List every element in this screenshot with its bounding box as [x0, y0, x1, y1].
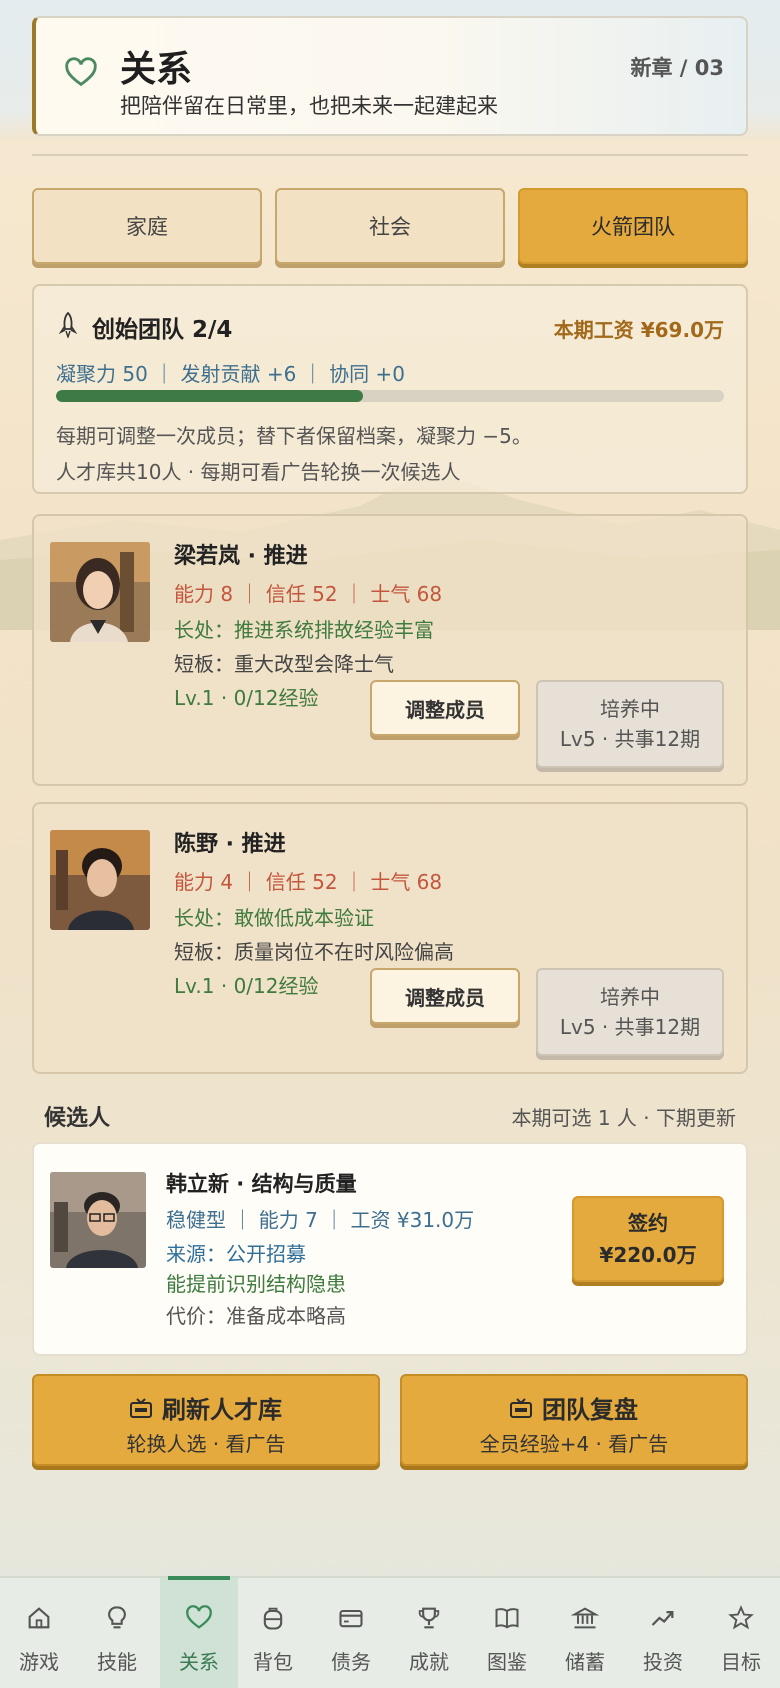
training-status-label: 培养中	[600, 697, 660, 721]
candidate-attributes: 稳健型 ｜ 能力 7 ｜ 工资 ¥31.0万	[166, 1208, 475, 1232]
nav-item-invest[interactable]: 投资	[624, 1578, 702, 1688]
candidate-name: 韩立新 · 结构与质量	[166, 1172, 357, 1196]
member-card: 梁若岚 · 推进 能力 8 ｜ 信任 52 ｜ 士气 68 长处：推进系统排故经…	[32, 514, 748, 786]
action-subtitle: 全员经验+4 · 看广告	[479, 1432, 669, 1456]
member-strength: 长处：敢做低成本验证	[174, 906, 374, 930]
heart-icon	[186, 1605, 212, 1629]
avatar	[50, 830, 150, 930]
nav-item-collection[interactable]: 图鉴	[468, 1578, 546, 1688]
member-attributes: 能力 8 ｜ 信任 52 ｜ 士气 68	[174, 582, 443, 606]
team-note-pool: 人才库共10人 · 每期可看广告轮换一次候选人	[56, 460, 461, 484]
nav-item-game[interactable]: 游戏	[0, 1578, 78, 1688]
nav-label: 关系	[179, 1650, 219, 1674]
training-status-button[interactable]: 培养中 Lv5 · 共事12期	[536, 680, 724, 768]
member-level: Lv.1 · 0/12经验	[174, 974, 319, 998]
heart-icon	[65, 57, 97, 87]
candidate-card: 韩立新 · 结构与质量 稳健型 ｜ 能力 7 ｜ 工资 ¥31.0万 来源：公开…	[32, 1142, 748, 1356]
tab-family[interactable]: 家庭	[32, 188, 262, 264]
bottom-nav: 游戏 技能 关系 背包 债务 成就 图鉴 储蓄 投资 目标	[0, 1576, 780, 1688]
cohesion-progress-fill	[56, 390, 364, 402]
member-strength: 长处：推进系统排故经验丰富	[174, 618, 434, 642]
trend-icon	[651, 1611, 674, 1626]
member-attributes: 能力 4 ｜ 信任 52 ｜ 士气 68	[174, 870, 443, 894]
tv-icon	[510, 1397, 532, 1418]
page-title: 关系	[120, 49, 193, 90]
adjust-member-button[interactable]: 调整成员	[370, 968, 520, 1024]
team-title: 创始团队 2/4	[92, 317, 233, 343]
sign-candidate-button[interactable]: 签约 ¥220.0万	[572, 1196, 724, 1282]
tab-rocket-team[interactable]: 火箭团队	[518, 188, 748, 264]
nav-item-relations[interactable]: 关系	[160, 1576, 238, 1688]
nav-label: 目标	[721, 1650, 761, 1674]
tv-icon	[130, 1397, 152, 1418]
nav-item-debt[interactable]: 债务	[312, 1578, 390, 1688]
bulb-icon	[108, 1606, 126, 1629]
bank-icon	[571, 1607, 599, 1629]
trophy-icon	[418, 1607, 440, 1629]
training-status-detail: Lv5 · 共事12期	[559, 1015, 701, 1039]
member-level: Lv.1 · 0/12经验	[174, 686, 319, 710]
nav-item-savings[interactable]: 储蓄	[546, 1578, 624, 1688]
backpack-icon	[263, 1607, 283, 1630]
nav-label: 背包	[253, 1650, 293, 1674]
card-icon	[339, 1609, 363, 1628]
star-icon	[728, 1605, 754, 1630]
action-title: 团队复盘	[542, 1396, 638, 1424]
candidate-advantage: 能提前识别结构隐患	[166, 1272, 346, 1296]
nav-item-achievements[interactable]: 成就	[390, 1578, 468, 1688]
candidates-note: 本期可选 1 人 · 下期更新	[511, 1106, 736, 1130]
page-header: 关系 把陪伴留在日常里，也把未来一起建起来 新章 / 03	[32, 16, 748, 136]
nav-item-skills[interactable]: 技能	[78, 1578, 156, 1688]
action-subtitle: 轮换人选 · 看广告	[126, 1432, 286, 1456]
nav-item-goals[interactable]: 目标	[702, 1578, 780, 1688]
sign-price: ¥220.0万	[599, 1243, 697, 1267]
cohesion-progress-bar	[56, 390, 724, 402]
team-summary-card: 创始团队 2/4 本期工资 ¥69.0万 凝聚力 50 ｜ 发射贡献 +6 ｜ …	[32, 284, 748, 494]
candidates-title: 候选人	[44, 1106, 111, 1131]
training-status-button[interactable]: 培养中 Lv5 · 共事12期	[536, 968, 724, 1056]
training-status-detail: Lv5 · 共事12期	[559, 727, 701, 751]
avatar	[50, 542, 150, 642]
nav-label: 储蓄	[565, 1650, 605, 1674]
refresh-talent-pool-button[interactable]: 刷新人才库 轮换人选 · 看广告	[32, 1374, 380, 1466]
candidate-source: 来源：公开招募	[166, 1242, 306, 1266]
team-note-adjust: 每期可调整一次成员；替下者保留档案，凝聚力 −5。	[56, 424, 532, 448]
nav-label: 债务	[331, 1650, 371, 1674]
home-icon	[28, 1607, 50, 1629]
nav-label: 游戏	[19, 1650, 59, 1674]
member-card: 陈野 · 推进 能力 4 ｜ 信任 52 ｜ 士气 68 长处：敢做低成本验证 …	[32, 802, 748, 1074]
rocket-icon	[58, 312, 78, 338]
team-stats: 凝聚力 50 ｜ 发射贡献 +6 ｜ 协同 +0	[56, 362, 405, 386]
member-weakness: 短板：重大改型会降士气	[174, 652, 394, 676]
nav-label: 技能	[97, 1650, 137, 1674]
nav-label: 投资	[643, 1650, 683, 1674]
member-name: 梁若岚 · 推进	[174, 544, 308, 569]
member-weakness: 短板：质量岗位不在时风险偏高	[174, 940, 454, 964]
adjust-member-button[interactable]: 调整成员	[370, 680, 520, 736]
book-icon	[495, 1608, 519, 1629]
chapter-indicator: 新章 / 03	[630, 56, 724, 80]
training-status-label: 培养中	[600, 985, 660, 1009]
avatar	[50, 1172, 146, 1268]
candidate-cost: 代价：准备成本略高	[166, 1304, 346, 1328]
nav-label: 成就	[409, 1650, 449, 1674]
page-subtitle: 把陪伴留在日常里，也把未来一起建起来	[120, 94, 498, 118]
nav-label: 图鉴	[487, 1650, 527, 1674]
sign-label: 签约	[628, 1211, 668, 1235]
member-name: 陈野 · 推进	[174, 832, 286, 857]
team-review-button[interactable]: 团队复盘 全员经验+4 · 看广告	[400, 1374, 748, 1466]
divider	[32, 154, 748, 156]
team-salary: 本期工资 ¥69.0万	[553, 318, 724, 342]
tab-society[interactable]: 社会	[275, 188, 505, 264]
action-title: 刷新人才库	[162, 1396, 282, 1424]
nav-item-backpack[interactable]: 背包	[234, 1578, 312, 1688]
